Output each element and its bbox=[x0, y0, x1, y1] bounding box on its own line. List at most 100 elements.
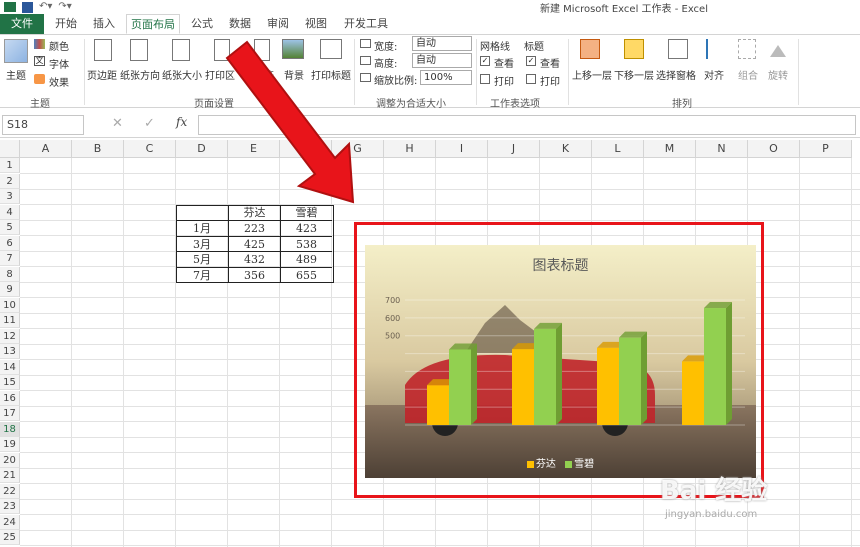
row-header-23[interactable]: 23 bbox=[0, 499, 20, 514]
table-cell[interactable]: 5月 bbox=[176, 251, 228, 267]
column-header-p[interactable]: P bbox=[800, 140, 852, 158]
scale-input[interactable]: 100% bbox=[420, 70, 472, 85]
table-cell[interactable]: 432 bbox=[228, 251, 280, 267]
headings-print-checkbox[interactable] bbox=[526, 74, 536, 84]
bar-芬达-5月[interactable] bbox=[597, 347, 619, 425]
bar-芬达-7月[interactable] bbox=[682, 361, 704, 425]
column-header-k[interactable]: K bbox=[540, 140, 592, 158]
gridlines-print-checkbox[interactable] bbox=[480, 74, 490, 84]
column-header-n[interactable]: N bbox=[696, 140, 748, 158]
gridline-vertical bbox=[123, 158, 124, 547]
row-header-16[interactable]: 16 bbox=[0, 390, 20, 406]
bar-雪碧-5月[interactable] bbox=[619, 337, 641, 425]
table-cell[interactable]: 3月 bbox=[176, 235, 228, 252]
headings-view-checkbox[interactable]: ✓ bbox=[526, 56, 536, 66]
bring-forward-button[interactable]: 上移一层 bbox=[572, 67, 612, 82]
insert-function-icon[interactable]: fx bbox=[176, 115, 187, 129]
themes-button[interactable]: 主题 bbox=[6, 67, 26, 82]
row-header-15[interactable]: 15 bbox=[0, 375, 20, 390]
column-header-l[interactable]: L bbox=[592, 140, 644, 158]
row-header-22[interactable]: 22 bbox=[0, 483, 20, 499]
column-header-m[interactable]: M bbox=[644, 140, 696, 158]
align-button[interactable]: 对齐 bbox=[704, 67, 724, 82]
row-header-1[interactable]: 1 bbox=[0, 158, 20, 173]
tab-page-layout[interactable]: 页面布局 bbox=[126, 14, 180, 34]
tab-home[interactable]: 开始 bbox=[48, 14, 84, 34]
table-cell[interactable]: 538 bbox=[280, 235, 332, 251]
table-cell[interactable]: 655 bbox=[280, 266, 332, 282]
row-header-25[interactable]: 25 bbox=[0, 530, 20, 545]
enter-icon[interactable]: ✓ bbox=[144, 116, 155, 131]
table-cell[interactable]: 223 bbox=[228, 220, 280, 236]
undo-icon[interactable]: ↶▾ bbox=[39, 2, 52, 12]
redo-icon[interactable]: ↷▾ bbox=[58, 2, 71, 12]
save-icon[interactable] bbox=[22, 1, 33, 13]
tab-review[interactable]: 审阅 bbox=[260, 14, 296, 34]
row-header-11[interactable]: 11 bbox=[0, 313, 20, 328]
row-header-4[interactable]: 4 bbox=[0, 204, 20, 220]
selection-pane-button[interactable]: 选择窗格 bbox=[656, 67, 696, 82]
table-cell[interactable]: 1月 bbox=[176, 220, 228, 236]
bar-雪碧-3月[interactable] bbox=[534, 328, 556, 425]
chart-area[interactable]: 500 600 700 图表标题 芬达 雪碧 bbox=[365, 245, 756, 478]
bar-芬达-3月[interactable] bbox=[512, 349, 534, 425]
send-backward-button[interactable]: 下移一层 bbox=[614, 67, 654, 82]
table-cell[interactable]: 7月 bbox=[176, 266, 228, 283]
table-cell[interactable]: 489 bbox=[280, 251, 332, 267]
row-header-24[interactable]: 24 bbox=[0, 514, 20, 530]
margins-button[interactable]: 页边距 bbox=[87, 67, 117, 82]
colors-button[interactable]: 颜色 bbox=[49, 38, 69, 53]
row-header-10[interactable]: 10 bbox=[0, 297, 20, 313]
send-backward-icon bbox=[624, 39, 644, 59]
tab-insert[interactable]: 插入 bbox=[86, 14, 122, 34]
row-header-21[interactable]: 21 bbox=[0, 468, 20, 483]
select-all-corner[interactable] bbox=[0, 140, 20, 158]
group-button[interactable]: 组合 bbox=[738, 67, 758, 82]
row-header-14[interactable]: 14 bbox=[0, 359, 20, 375]
row-header-3[interactable]: 3 bbox=[0, 189, 20, 204]
tab-file[interactable]: 文件 bbox=[0, 14, 44, 34]
effects-button[interactable]: 效果 bbox=[49, 74, 69, 89]
themes-icon[interactable] bbox=[4, 39, 28, 63]
table-cell[interactable]: 423 bbox=[280, 220, 332, 236]
row-header-5[interactable]: 5 bbox=[0, 220, 20, 235]
row-header-12[interactable]: 12 bbox=[0, 328, 20, 344]
name-box[interactable]: S18 bbox=[2, 115, 84, 135]
tab-data[interactable]: 数据 bbox=[222, 14, 258, 34]
row-header-19[interactable]: 19 bbox=[0, 437, 20, 452]
row-header-9[interactable]: 9 bbox=[0, 282, 20, 297]
row-header-2[interactable]: 2 bbox=[0, 173, 20, 189]
size-button[interactable]: 纸张大小 bbox=[162, 67, 202, 82]
chart-legend[interactable]: 芬达 雪碧 bbox=[365, 455, 756, 470]
column-header-h[interactable]: H bbox=[384, 140, 436, 158]
column-header-c[interactable]: C bbox=[124, 140, 176, 158]
row-header-17[interactable]: 17 bbox=[0, 406, 20, 421]
table-cell[interactable]: 425 bbox=[228, 235, 280, 251]
column-header-o[interactable]: O bbox=[748, 140, 800, 158]
column-header-b[interactable]: B bbox=[72, 140, 124, 158]
tab-formulas[interactable]: 公式 bbox=[184, 14, 220, 34]
column-header-j[interactable]: J bbox=[488, 140, 540, 158]
bar-雪碧-7月[interactable] bbox=[704, 308, 726, 425]
fonts-button[interactable]: 字体 bbox=[49, 56, 69, 71]
height-select[interactable]: 自动 bbox=[412, 53, 472, 68]
chart-title[interactable]: 图表标题 bbox=[365, 255, 756, 275]
row-header-7[interactable]: 7 bbox=[0, 251, 20, 266]
orientation-button[interactable]: 纸张方向 bbox=[120, 67, 160, 82]
bar-雪碧-1月[interactable] bbox=[449, 349, 471, 425]
bar-芬达-1月[interactable] bbox=[427, 385, 449, 425]
row-header-18[interactable]: 18 bbox=[0, 421, 20, 437]
gridlines-view-checkbox[interactable]: ✓ bbox=[480, 56, 490, 66]
tab-developer[interactable]: 开发工具 bbox=[338, 14, 394, 34]
column-header-i[interactable]: I bbox=[436, 140, 488, 158]
row-header-13[interactable]: 13 bbox=[0, 344, 20, 359]
row-header-20[interactable]: 20 bbox=[0, 452, 20, 468]
cancel-icon[interactable]: ✕ bbox=[112, 116, 123, 131]
row-header-6[interactable]: 6 bbox=[0, 235, 20, 251]
row-header-8[interactable]: 8 bbox=[0, 266, 20, 282]
column-header-a[interactable]: A bbox=[20, 140, 72, 158]
tab-view[interactable]: 视图 bbox=[298, 14, 334, 34]
width-select[interactable]: 自动 bbox=[412, 36, 472, 51]
rotate-button[interactable]: 旋转 bbox=[768, 67, 788, 82]
table-cell[interactable]: 356 bbox=[228, 266, 280, 282]
